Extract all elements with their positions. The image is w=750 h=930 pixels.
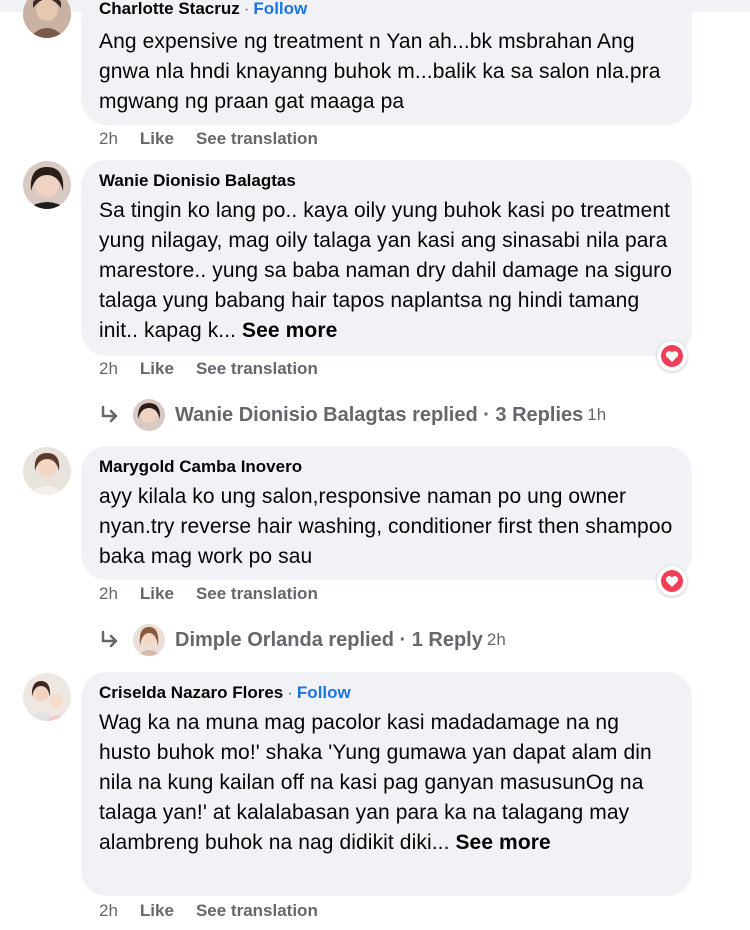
comment-author-line: Marygold Camba Inovero — [99, 456, 674, 478]
comment-actions: 2h Like See translation — [99, 359, 318, 379]
replies-summary[interactable]: Dimple Orlanda replied · 1 Reply — [175, 629, 483, 652]
separator-dot: · — [243, 0, 250, 18]
follow-link[interactable]: Follow — [253, 0, 307, 18]
avatar[interactable] — [23, 0, 71, 38]
comment-text: Wag ka na muna mag pacolor kasi madadama… — [99, 711, 652, 854]
comment-text-wrap: Sa tingin ko lang po.. kaya oily yung bu… — [99, 196, 674, 346]
see-more-link[interactable]: See more — [242, 319, 337, 342]
separator-dot: · — [287, 683, 293, 702]
comment-author-line: Criselda Nazaro Flores · Follow — [99, 682, 674, 704]
comment-text: Sa tingin ko lang po.. kaya oily yung bu… — [99, 199, 673, 342]
view-replies-link[interactable]: Dimple Orlanda replied · 1 Reply 2h — [99, 622, 506, 658]
comment-text-wrap: Wag ka na muna mag pacolor kasi madadama… — [99, 708, 674, 858]
comment-author[interactable]: Marygold Camba Inovero — [99, 457, 302, 476]
see-more-link[interactable]: See more — [455, 831, 550, 854]
comment-author[interactable]: Wanie Dionisio Balagtas — [99, 171, 296, 190]
avatar[interactable] — [23, 161, 71, 209]
replies-summary[interactable]: Wanie Dionisio Balagtas replied · 3 Repl… — [175, 404, 583, 427]
comment-time[interactable]: 2h — [99, 901, 118, 920]
reply-arrow-icon — [101, 630, 118, 648]
comment-author[interactable]: Criselda Nazaro Flores — [99, 683, 283, 702]
like-button[interactable]: Like — [140, 129, 174, 148]
comment-actions: 2h Like See translation — [99, 129, 318, 149]
comment-bubble: Wanie Dionisio Balagtas Sa tingin ko lan… — [81, 160, 692, 356]
reply-avatar — [133, 399, 165, 431]
heart-reaction-icon — [661, 570, 683, 592]
comment-author-line: Wanie Dionisio Balagtas — [99, 170, 674, 192]
comment-bubble: Marygold Camba Inovero ayy kilala ko ung… — [81, 446, 692, 580]
see-translation-link[interactable]: See translation — [196, 129, 318, 148]
like-button[interactable]: Like — [140, 584, 174, 603]
view-replies-link[interactable]: Wanie Dionisio Balagtas replied · 3 Repl… — [99, 397, 606, 433]
avatar[interactable] — [23, 673, 71, 721]
avatar[interactable] — [23, 447, 71, 495]
follow-link[interactable]: Follow — [297, 683, 351, 702]
see-translation-link[interactable]: See translation — [196, 359, 318, 378]
comment-text: ayy kilala ko ung salon,responsive naman… — [99, 485, 673, 568]
comment-author[interactable]: Charlotte Stacruz — [99, 0, 240, 18]
comment-time[interactable]: 2h — [99, 584, 118, 603]
replies-time: 1h — [587, 405, 607, 424]
comment-text: Ang expensive ng treatment n Yan ah...bk… — [99, 30, 661, 113]
comment-time[interactable]: 2h — [99, 359, 118, 378]
comments-feed: Charlotte Stacruz · Follow Ang expensive n… — [0, 0, 750, 930]
heart-reaction-icon — [661, 345, 683, 367]
comment-actions: 2h Like See translation — [99, 584, 318, 604]
see-translation-link[interactable]: See translation — [196, 584, 318, 603]
reaction-badge[interactable] — [657, 566, 687, 596]
replies-time: 2h — [486, 630, 506, 649]
reply-arrow-icon — [101, 405, 118, 423]
reaction-badge[interactable] — [657, 341, 687, 371]
comment-time[interactable]: 2h — [99, 129, 118, 148]
comment-actions: 2h Like See translation — [99, 901, 318, 921]
comment-bubble: Criselda Nazaro Flores · Follow Wag ka na … — [81, 672, 692, 896]
like-button[interactable]: Like — [140, 901, 174, 920]
comment-bubble: Charlotte Stacruz · Follow Ang expensive n… — [81, 0, 692, 125]
comment-author-line: Charlotte Stacruz · Follow — [99, 0, 674, 20]
reply-avatar — [133, 624, 165, 656]
see-translation-link[interactable]: See translation — [196, 901, 318, 920]
like-button[interactable]: Like — [140, 359, 174, 378]
